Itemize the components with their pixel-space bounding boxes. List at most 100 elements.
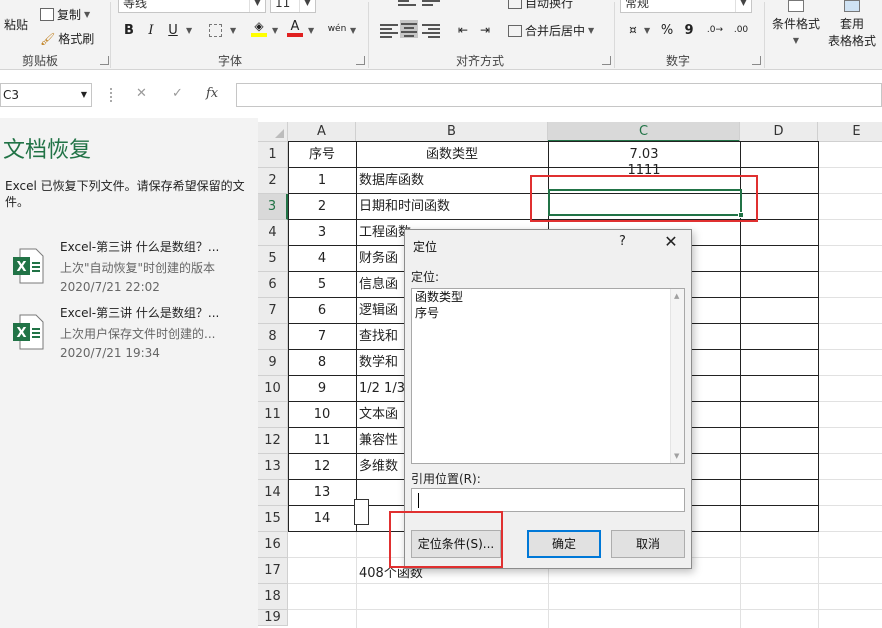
row-header[interactable]: 3 bbox=[258, 194, 288, 220]
cancel-button[interactable]: 取消 bbox=[611, 530, 685, 558]
scroll-down-icon[interactable]: ▼ bbox=[674, 452, 679, 460]
row-header[interactable]: 4 bbox=[258, 220, 288, 246]
font-color-button[interactable]: A bbox=[284, 17, 306, 39]
cell-a[interactable]: 5 bbox=[291, 272, 353, 297]
formula-bar-grip[interactable] bbox=[110, 88, 112, 102]
conditional-format-button[interactable]: 条件格式 ▼ bbox=[770, 0, 822, 48]
row-header[interactable]: 1 bbox=[258, 142, 288, 168]
chevron-down-icon[interactable]: ▼ bbox=[186, 26, 192, 35]
merge-center-button[interactable]: 合并后居中 ▼ bbox=[508, 22, 594, 39]
middle-align-icon[interactable] bbox=[422, 0, 440, 12]
paste-button[interactable]: 粘贴 bbox=[4, 16, 28, 33]
cell-a[interactable]: 13 bbox=[291, 480, 353, 505]
number-launcher-icon[interactable] bbox=[752, 56, 761, 65]
decrease-indent-icon[interactable]: ⇤ bbox=[452, 19, 474, 41]
column-header-c[interactable]: C bbox=[548, 122, 740, 142]
cell-a[interactable]: 2 bbox=[291, 194, 353, 219]
name-box[interactable]: C3 ▼ bbox=[0, 83, 92, 107]
chevron-down-icon[interactable]: ▼ bbox=[644, 26, 650, 35]
chevron-down-icon[interactable]: ▼ bbox=[272, 26, 278, 35]
listbox-scrollbar[interactable]: ▲ ▼ bbox=[670, 289, 684, 463]
percent-button[interactable]: % bbox=[656, 19, 678, 41]
row-header[interactable]: 16 bbox=[258, 532, 288, 558]
alignment-launcher-icon[interactable] bbox=[602, 56, 611, 65]
cell-a[interactable]: 3 bbox=[291, 220, 353, 245]
help-button[interactable]: ? bbox=[619, 234, 626, 249]
row-header[interactable]: 11 bbox=[258, 402, 288, 428]
currency-icon[interactable]: ¤ bbox=[622, 19, 644, 41]
cell-b[interactable]: 数据库函数 bbox=[359, 168, 545, 193]
wrap-text-button[interactable]: 自动换行 bbox=[508, 0, 573, 11]
cell-a1[interactable]: 序号 bbox=[291, 142, 353, 167]
ok-button[interactable]: 确定 bbox=[527, 530, 601, 558]
border-button[interactable] bbox=[204, 19, 226, 41]
number-format-combo[interactable]: 常规 ▼ bbox=[620, 0, 752, 13]
cell-a[interactable]: 11 bbox=[291, 428, 353, 453]
font-size-combo[interactable]: 11 ▼ bbox=[270, 0, 316, 13]
row-header[interactable]: 5 bbox=[258, 246, 288, 272]
cell-a[interactable]: 6 bbox=[291, 298, 353, 323]
row-header[interactable]: 8 bbox=[258, 324, 288, 350]
select-all-corner[interactable] bbox=[258, 122, 288, 142]
clipboard-launcher-icon[interactable] bbox=[100, 56, 109, 65]
row-header[interactable]: 13 bbox=[258, 454, 288, 480]
cell-a[interactable]: 4 bbox=[291, 246, 353, 271]
cell-b1[interactable]: 函数类型 bbox=[359, 142, 545, 167]
format-painter-button[interactable]: 🖌 格式刷 bbox=[40, 30, 94, 47]
chevron-down-icon[interactable]: ▼ bbox=[350, 26, 356, 35]
cell-b[interactable]: 日期和时间函数 bbox=[359, 194, 545, 219]
column-header-a[interactable]: A bbox=[288, 122, 356, 142]
list-item[interactable]: 序号 bbox=[412, 305, 684, 321]
scroll-up-icon[interactable]: ▲ bbox=[674, 292, 679, 300]
row-header[interactable]: 10 bbox=[258, 376, 288, 402]
cell-a[interactable]: 9 bbox=[291, 376, 353, 401]
italic-button[interactable]: I bbox=[140, 19, 162, 41]
insert-function-icon[interactable]: fx bbox=[206, 86, 218, 101]
shape-box[interactable] bbox=[354, 499, 369, 525]
recovered-file-item[interactable]: X Excel-第三讲 什么是数组？... 上次用户保存文件时创建的... 20… bbox=[8, 304, 253, 364]
cell-a[interactable]: 7 bbox=[291, 324, 353, 349]
reference-input[interactable] bbox=[411, 488, 685, 512]
row-header[interactable]: 7 bbox=[258, 298, 288, 324]
top-align-icon[interactable] bbox=[398, 0, 416, 12]
underline-button[interactable]: U bbox=[162, 19, 184, 41]
recovered-file-item[interactable]: X Excel-第三讲 什么是数组？... 上次"自动恢复"时创建的版本 202… bbox=[8, 238, 253, 298]
column-header-e[interactable]: E bbox=[818, 122, 882, 142]
row-header[interactable]: 15 bbox=[258, 506, 288, 532]
phonetic-button[interactable]: wén bbox=[326, 18, 348, 40]
decrease-decimal-icon[interactable]: .00 bbox=[730, 19, 752, 41]
column-header-d[interactable]: D bbox=[740, 122, 818, 142]
cell-a[interactable]: 1 bbox=[291, 168, 353, 193]
row-header[interactable]: 19 bbox=[258, 610, 288, 626]
font-name-combo[interactable]: 等线 ▼ bbox=[118, 0, 266, 13]
align-left-icon[interactable] bbox=[380, 22, 398, 40]
comma-style-button[interactable]: 9 bbox=[678, 19, 700, 41]
chevron-down-icon[interactable]: ▼ bbox=[308, 26, 314, 35]
format-as-table-button[interactable]: 套用 表格格式 bbox=[822, 0, 882, 48]
column-header-b[interactable]: B bbox=[356, 122, 548, 142]
row-header[interactable]: 2 bbox=[258, 168, 288, 194]
row-header[interactable]: 9 bbox=[258, 350, 288, 376]
chevron-down-icon[interactable]: ▼ bbox=[230, 26, 236, 35]
increase-indent-icon[interactable]: ⇥ bbox=[474, 19, 496, 41]
align-center-icon[interactable] bbox=[400, 20, 418, 38]
bold-button[interactable]: B bbox=[118, 19, 140, 41]
font-launcher-icon[interactable] bbox=[356, 56, 365, 65]
fill-color-button[interactable]: ◈ bbox=[248, 17, 270, 39]
list-item[interactable]: 函数类型 bbox=[412, 289, 684, 305]
goto-listbox[interactable]: 函数类型 序号 ▲ ▼ bbox=[411, 288, 685, 464]
row-header[interactable]: 14 bbox=[258, 480, 288, 506]
formula-input[interactable] bbox=[236, 83, 882, 107]
row-header[interactable]: 18 bbox=[258, 584, 288, 610]
enter-icon[interactable]: ✓ bbox=[172, 86, 183, 101]
row-header[interactable]: 12 bbox=[258, 428, 288, 454]
cell-a[interactable]: 8 bbox=[291, 350, 353, 375]
row-header[interactable]: 17 bbox=[258, 558, 288, 584]
increase-decimal-icon[interactable]: .0→ bbox=[704, 19, 726, 41]
cell-a[interactable]: 10 bbox=[291, 402, 353, 427]
cell-a[interactable]: 14 bbox=[291, 506, 353, 531]
copy-button[interactable]: 复制 ▼ bbox=[40, 6, 90, 23]
cancel-icon[interactable]: ✕ bbox=[136, 86, 147, 101]
cell-a[interactable]: 12 bbox=[291, 454, 353, 479]
row-header[interactable]: 6 bbox=[258, 272, 288, 298]
